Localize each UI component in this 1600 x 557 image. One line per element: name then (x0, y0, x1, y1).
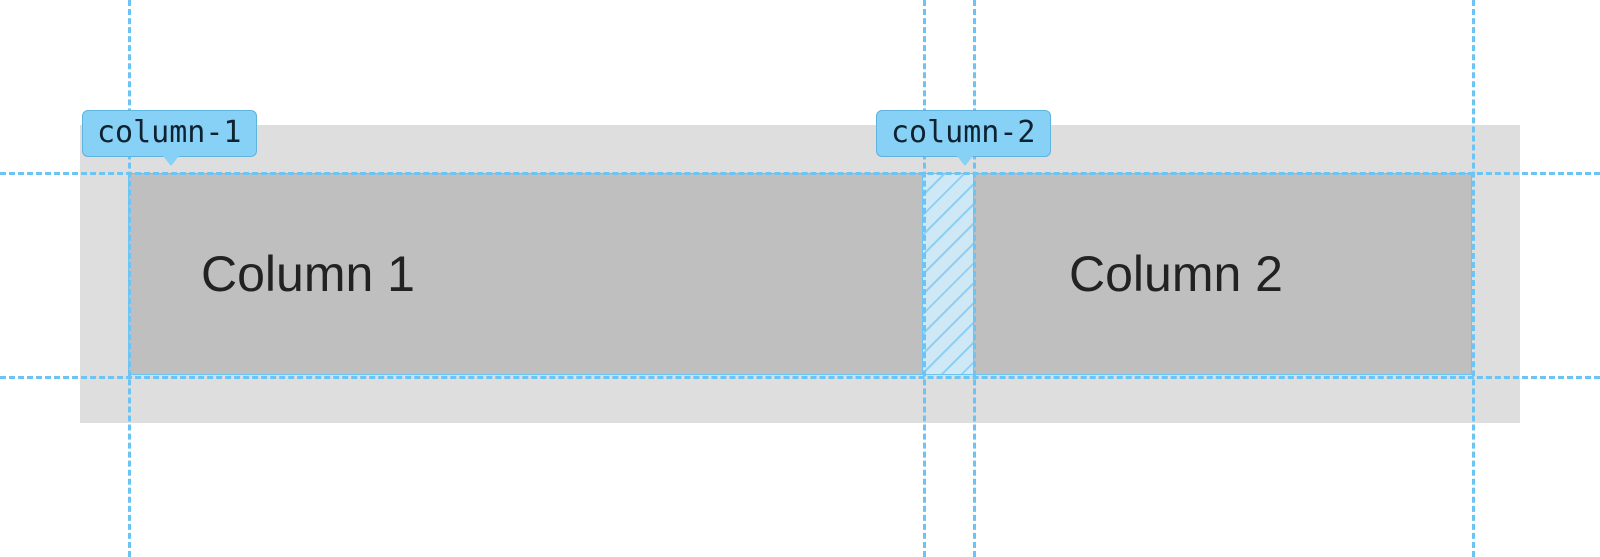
grid-line-vertical (128, 0, 131, 557)
tooltip-text: column-2 (891, 115, 1036, 150)
grid-name-tooltip-2: column-2 (876, 110, 1051, 157)
grid-line-horizontal (0, 172, 1600, 175)
grid-track: Column 1 Column 2 (128, 173, 1472, 375)
grid-line-vertical (923, 0, 926, 557)
column-1-label: Column 1 (201, 245, 415, 303)
grid-line-vertical (973, 0, 976, 557)
grid-line-horizontal (0, 376, 1600, 379)
column-1: Column 1 (128, 173, 923, 375)
column-2-label: Column 2 (1069, 245, 1283, 303)
tooltip-text: column-1 (97, 115, 242, 150)
column-2: Column 2 (973, 173, 1472, 375)
grid-line-vertical (1472, 0, 1475, 557)
column-gap (923, 173, 973, 375)
grid-name-tooltip-1: column-1 (82, 110, 257, 157)
